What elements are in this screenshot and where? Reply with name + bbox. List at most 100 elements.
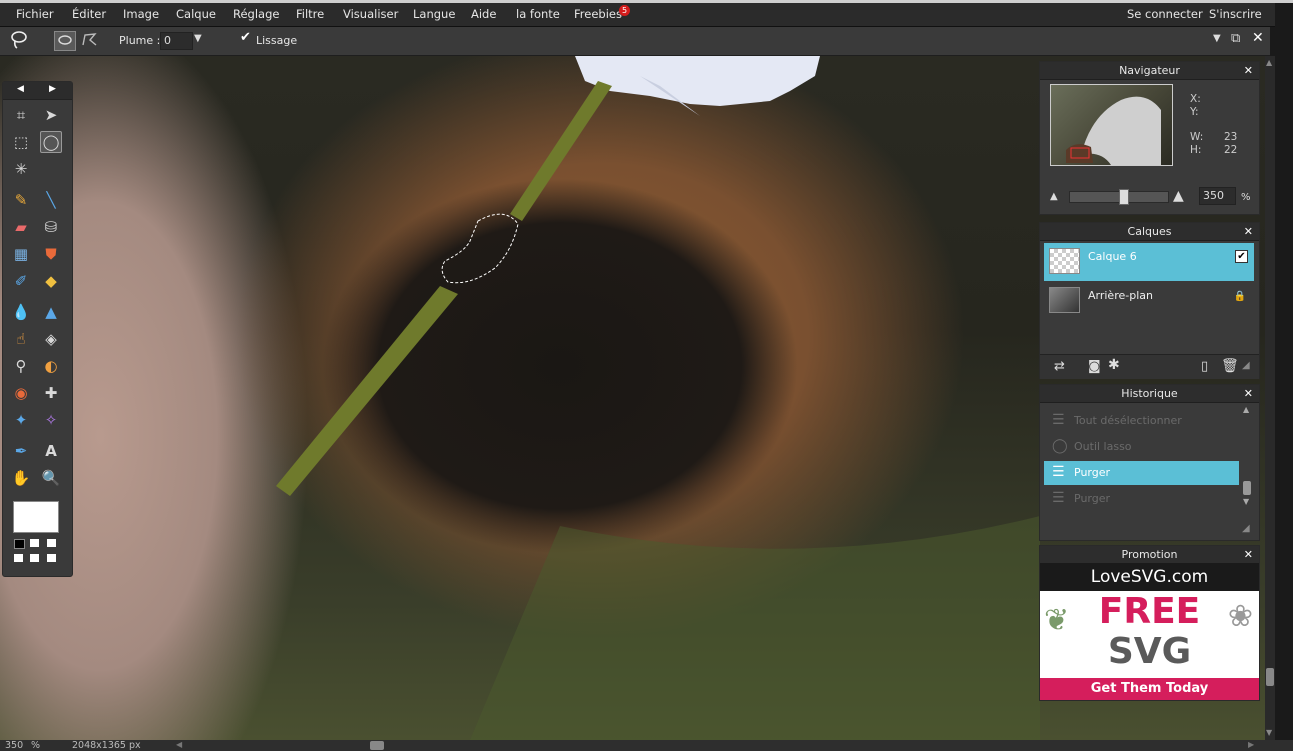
history-item[interactable]: ◯ Outil lasso [1044, 435, 1239, 459]
smoothing-checkbox[interactable]: ✔ [240, 31, 252, 44]
brush-tool-icon[interactable]: ╲ [40, 189, 62, 211]
layer-style-icon[interactable]: ✱ [1108, 357, 1120, 373]
menu-visualiser[interactable]: Visualiser [343, 7, 398, 21]
menu-la-fonte[interactable]: la fonte [516, 7, 560, 21]
layer-row-calque-6[interactable]: Calque 6 ✔ [1044, 243, 1254, 281]
navigator-close-icon[interactable]: ✕ [1244, 62, 1253, 79]
menu-editer[interactable]: Éditer [72, 7, 106, 21]
layer-visibility-checkbox[interactable]: ✔ [1235, 250, 1248, 263]
gradient-tool-icon[interactable]: ▦ [10, 243, 32, 265]
layers-panel: Calques ✕ Calque 6 ✔ Arrière-plan 🔒 ⇄ ◙ … [1039, 222, 1260, 379]
crop-tool-icon[interactable]: ⌗ [10, 104, 32, 126]
window-dropdown-icon[interactable]: ▼ [1213, 33, 1221, 44]
scroll-down-icon[interactable]: ▼ [1266, 728, 1272, 737]
scroll-left-icon[interactable]: ◀ [176, 740, 182, 749]
sharpen-tool-icon[interactable]: ▲ [40, 301, 62, 323]
promotion-close-icon[interactable]: ✕ [1244, 546, 1253, 563]
toolbox-collapse-right-icon[interactable]: ▶ [49, 84, 56, 94]
swatch-white-3[interactable] [14, 554, 23, 562]
window-close-icon[interactable]: ✕ [1252, 30, 1264, 46]
menu-fichier[interactable]: Fichier [16, 7, 54, 21]
menu-reglage[interactable]: Réglage [233, 7, 279, 21]
panel-resize-icon[interactable]: ◢ [1242, 523, 1250, 534]
canvas-vertical-scrollbar[interactable]: ▲ ▼ [1265, 56, 1275, 740]
login-link[interactable]: Se connecter [1127, 7, 1203, 21]
panel-resize-icon[interactable]: ◢ [1242, 360, 1250, 371]
plume-input[interactable]: 0 [160, 32, 193, 50]
color-replace-tool-icon[interactable]: ✐ [10, 270, 32, 292]
swatch-white-2[interactable] [47, 539, 56, 547]
lasso-freehand-mode-button[interactable] [54, 31, 76, 51]
navigator-thumbnail[interactable] [1050, 84, 1173, 166]
canvas-hscroll-thumb[interactable] [370, 741, 384, 750]
tool-options-bar: Plume : 0 ▼ ✔ Lissage ▼ ⧉ ✕ [0, 27, 1270, 56]
history-item-selected[interactable]: ☰ Purger [1044, 461, 1239, 485]
layer-lock-icon: 🔒 [1233, 291, 1246, 302]
lasso-tool-button[interactable]: ◯ [40, 131, 62, 153]
zoom-tool-icon[interactable]: 🔍 [40, 467, 62, 489]
spot-heal-tool-icon[interactable]: ✚ [40, 382, 62, 404]
menu-image[interactable]: Image [123, 7, 159, 21]
eraser-tool-icon[interactable]: ▰ [10, 216, 32, 238]
swatch-black[interactable] [14, 539, 25, 549]
swatch-white-5[interactable] [47, 554, 56, 562]
burn-tool-icon[interactable]: ◐ [40, 355, 62, 377]
stamp-tool-icon[interactable]: ⛊ [40, 243, 62, 265]
sponge-tool-icon[interactable]: ◈ [40, 328, 62, 350]
window-restore-icon[interactable]: ⧉ [1231, 31, 1240, 46]
menu-langue[interactable]: Langue [413, 7, 455, 21]
menu-freebies[interactable]: Freebies [574, 7, 622, 21]
type-tool-icon[interactable]: A [40, 440, 62, 462]
layers-header: Calques ✕ [1040, 223, 1259, 241]
toolbox-header: ◀ ▶ [3, 82, 72, 100]
bloat-tool-icon[interactable]: ✦ [10, 409, 32, 431]
delete-layer-icon[interactable]: 🗑 [1221, 358, 1239, 374]
zoom-in-mountain-icon[interactable]: ▲ [1173, 188, 1184, 204]
dodge-tool-icon[interactable]: ⚲ [10, 355, 32, 377]
menu-calque[interactable]: Calque [176, 7, 216, 21]
pencil-tool-icon[interactable]: ✎ [10, 189, 32, 211]
move-tool-icon[interactable]: ➤ [40, 104, 62, 126]
pinch-tool-icon[interactable]: ✧ [40, 409, 62, 431]
layer-row-arriere-plan[interactable]: Arrière-plan 🔒 [1044, 282, 1254, 320]
scroll-down-icon[interactable]: ▼ [1243, 497, 1249, 506]
magic-wand-tool-icon[interactable]: ✳ [10, 158, 32, 180]
smudge-tool-icon[interactable]: ☝ [10, 328, 32, 350]
signup-link[interactable]: S'inscrire [1209, 7, 1262, 21]
zoom-slider-knob[interactable] [1119, 189, 1129, 205]
promotion-ad[interactable]: LoveSVG.com FREE SVG ❦ ❀ Get Them Today [1040, 563, 1259, 700]
zoom-input[interactable]: 350 [1199, 187, 1236, 205]
lasso-polygon-mode-button[interactable] [80, 31, 100, 49]
history-scrollbar[interactable]: ▲ ▼ [1242, 405, 1252, 506]
scroll-up-icon[interactable]: ▲ [1266, 58, 1272, 67]
blur-tool-icon[interactable]: 💧 [10, 301, 32, 323]
status-zoom[interactable]: 350 [5, 740, 23, 751]
plume-dropdown-icon[interactable]: ▼ [194, 33, 202, 44]
history-close-icon[interactable]: ✕ [1244, 385, 1253, 402]
menu-aide[interactable]: Aide [471, 7, 496, 21]
scroll-up-icon[interactable]: ▲ [1243, 405, 1249, 414]
history-item-label: Purger [1074, 466, 1111, 479]
layers-close-icon[interactable]: ✕ [1244, 223, 1253, 240]
color-picker-tool-icon[interactable]: ✒ [10, 440, 32, 462]
scroll-right-icon[interactable]: ▶ [1248, 740, 1254, 749]
history-item[interactable]: ☰ Tout désélectionner [1044, 409, 1239, 433]
history-item[interactable]: ☰ Purger [1044, 487, 1239, 511]
swatch-white-4[interactable] [30, 554, 39, 562]
red-eye-tool-icon[interactable]: ◉ [10, 382, 32, 404]
bucket-tool-icon[interactable]: ⛁ [40, 216, 62, 238]
history-scroll-thumb[interactable] [1243, 481, 1251, 495]
swatch-white-1[interactable] [30, 539, 39, 547]
marquee-tool-icon[interactable]: ⬚ [10, 131, 32, 153]
promo-cta-button[interactable]: Get Them Today [1040, 678, 1259, 700]
menu-filtre[interactable]: Filtre [296, 7, 324, 21]
foreground-color-swatch[interactable] [13, 501, 59, 533]
hand-tool-icon[interactable]: ✋ [10, 467, 32, 489]
toolbox-collapse-left-icon[interactable]: ◀ [17, 84, 24, 94]
zoom-out-mountain-icon[interactable]: ▲ [1050, 191, 1058, 202]
shape-tool-icon[interactable]: ◆ [40, 270, 62, 292]
layer-mask-icon[interactable]: ◙ [1088, 359, 1101, 374]
new-layer-icon[interactable]: ▯ [1201, 359, 1208, 374]
canvas-scroll-thumb[interactable] [1266, 668, 1274, 686]
layer-properties-icon[interactable]: ⇄ [1054, 359, 1065, 374]
